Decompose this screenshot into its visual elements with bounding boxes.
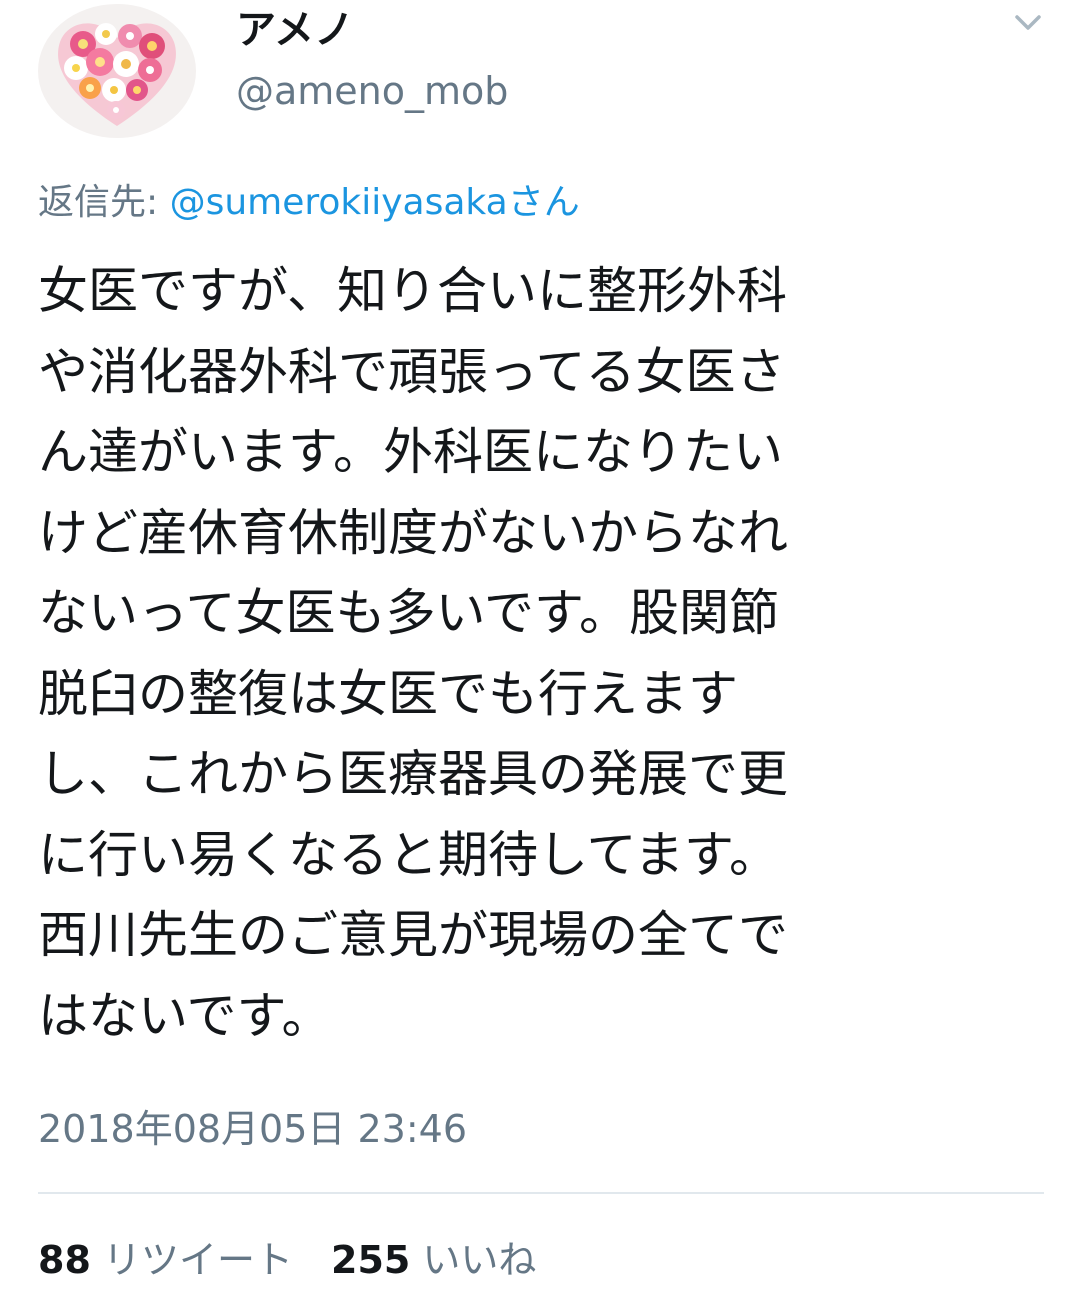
- flower-heart-avatar-image: [38, 4, 196, 138]
- user-handle[interactable]: @ameno_mob: [236, 66, 508, 116]
- tweet-text-line: ん達がいます。外科医になりたい: [38, 423, 783, 481]
- tweet-text-line: 西川先生のご意見が現場の全てで: [38, 906, 788, 964]
- reply-context: 返信先: @sumerokiiyasakaさん: [38, 178, 580, 228]
- likes-label[interactable]: いいね: [422, 1238, 536, 1282]
- reply-mention-link[interactable]: @sumerokiiyasakaさん: [170, 182, 580, 223]
- tweet-text-line: ないって女医も多いです。股関節: [38, 584, 779, 642]
- display-name[interactable]: アメノ: [236, 4, 354, 56]
- tweet-text: 女医ですが、知り合いに整形外科 や消化器外科で頑張ってる女医さ ん達がいます。外…: [38, 251, 1048, 1056]
- reply-mention-suffix[interactable]: さん: [508, 182, 580, 223]
- tweet-text-line: や消化器外科で頑張ってる女医さ: [38, 342, 786, 401]
- reply-prefix: 返信先:: [38, 182, 170, 223]
- retweets-count[interactable]: 88: [38, 1238, 91, 1282]
- divider: [38, 1192, 1044, 1194]
- chevron-down-icon[interactable]: [1008, 6, 1048, 40]
- tweet-text-line: はないです。: [38, 986, 332, 1045]
- retweets-stat[interactable]: 88 リツイート: [38, 1238, 293, 1282]
- tweet-stats: 88 リツイート 255 いいね: [38, 1235, 536, 1285]
- tweet-text-line: 脱臼の整復は女医でも行えます: [38, 664, 738, 723]
- tweet-text-line: けど産休育休制度がないからなれ: [38, 503, 788, 562]
- avatar[interactable]: [38, 4, 196, 138]
- tweet-text-line: に行い易くなると期待してます。: [38, 825, 779, 884]
- likes-stat[interactable]: 255 いいね: [331, 1238, 536, 1282]
- retweets-label[interactable]: リツイート: [103, 1238, 293, 1282]
- tweet-timestamp[interactable]: 2018年08月05日 23:46: [38, 1104, 467, 1154]
- reply-mention-handle[interactable]: @sumerokiiyasaka: [170, 182, 508, 223]
- tweet-text-line: 女医ですが、知り合いに整形外科: [38, 262, 787, 320]
- likes-count[interactable]: 255: [331, 1238, 410, 1282]
- tweet-text-line: し、これから医療器具の発展で更: [38, 745, 788, 803]
